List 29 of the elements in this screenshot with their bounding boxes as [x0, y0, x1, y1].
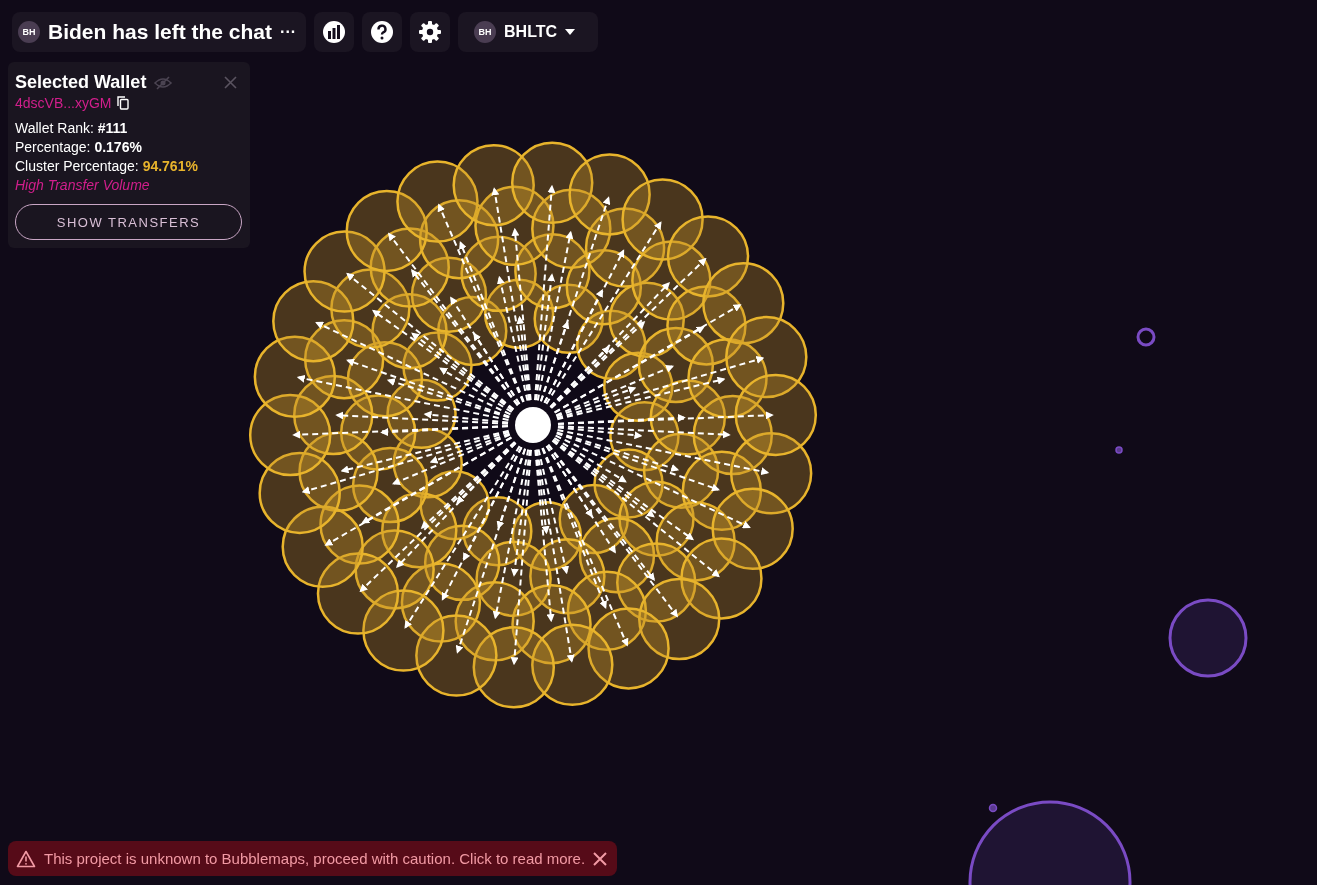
settings-icon — [418, 20, 443, 44]
wallet-stat: Cluster Percentage: 94.761% — [15, 157, 199, 176]
bubble[interactable] — [1136, 327, 1156, 347]
settings-button[interactable] — [410, 12, 451, 52]
wallet-tag: High Transfer Volume — [15, 176, 243, 195]
bubble[interactable] — [1115, 446, 1123, 454]
bubble[interactable] — [1168, 598, 1248, 678]
token-avatar: BH — [474, 21, 497, 43]
warning-text: This project is unknown to Bubblemaps, proceed with caution. Click to read more. — [44, 850, 586, 867]
chart-icon — [322, 20, 347, 44]
bubble[interactable] — [988, 803, 998, 813]
help-button[interactable] — [362, 12, 403, 52]
more-button[interactable]: ··· — [280, 23, 297, 41]
close-icon[interactable] — [593, 851, 608, 866]
token-selector[interactable]: BH BHLTC — [458, 12, 599, 52]
help-icon — [370, 20, 395, 44]
chart-button[interactable] — [314, 12, 355, 52]
wallet-stat: Wallet Rank: #111 — [15, 119, 129, 138]
hidden-eye-icon[interactable] — [154, 75, 173, 90]
project-avatar: BH — [18, 21, 40, 43]
copy-icon[interactable] — [117, 96, 130, 110]
wallet-stat: Percentage: 0.176% — [15, 138, 143, 157]
warning-icon — [16, 849, 36, 868]
bubble[interactable] — [968, 800, 1132, 885]
wallet-address[interactable]: 4dscVB...xyGM — [15, 95, 112, 111]
project-title: Biden has left the chat — [48, 20, 273, 44]
caret-icon — [565, 29, 576, 35]
panel-title: Selected Wallet — [15, 72, 147, 93]
warning-banner[interactable]: This project is unknown to Bubblemaps, proceed with caution. Click to read more. — [8, 841, 618, 876]
